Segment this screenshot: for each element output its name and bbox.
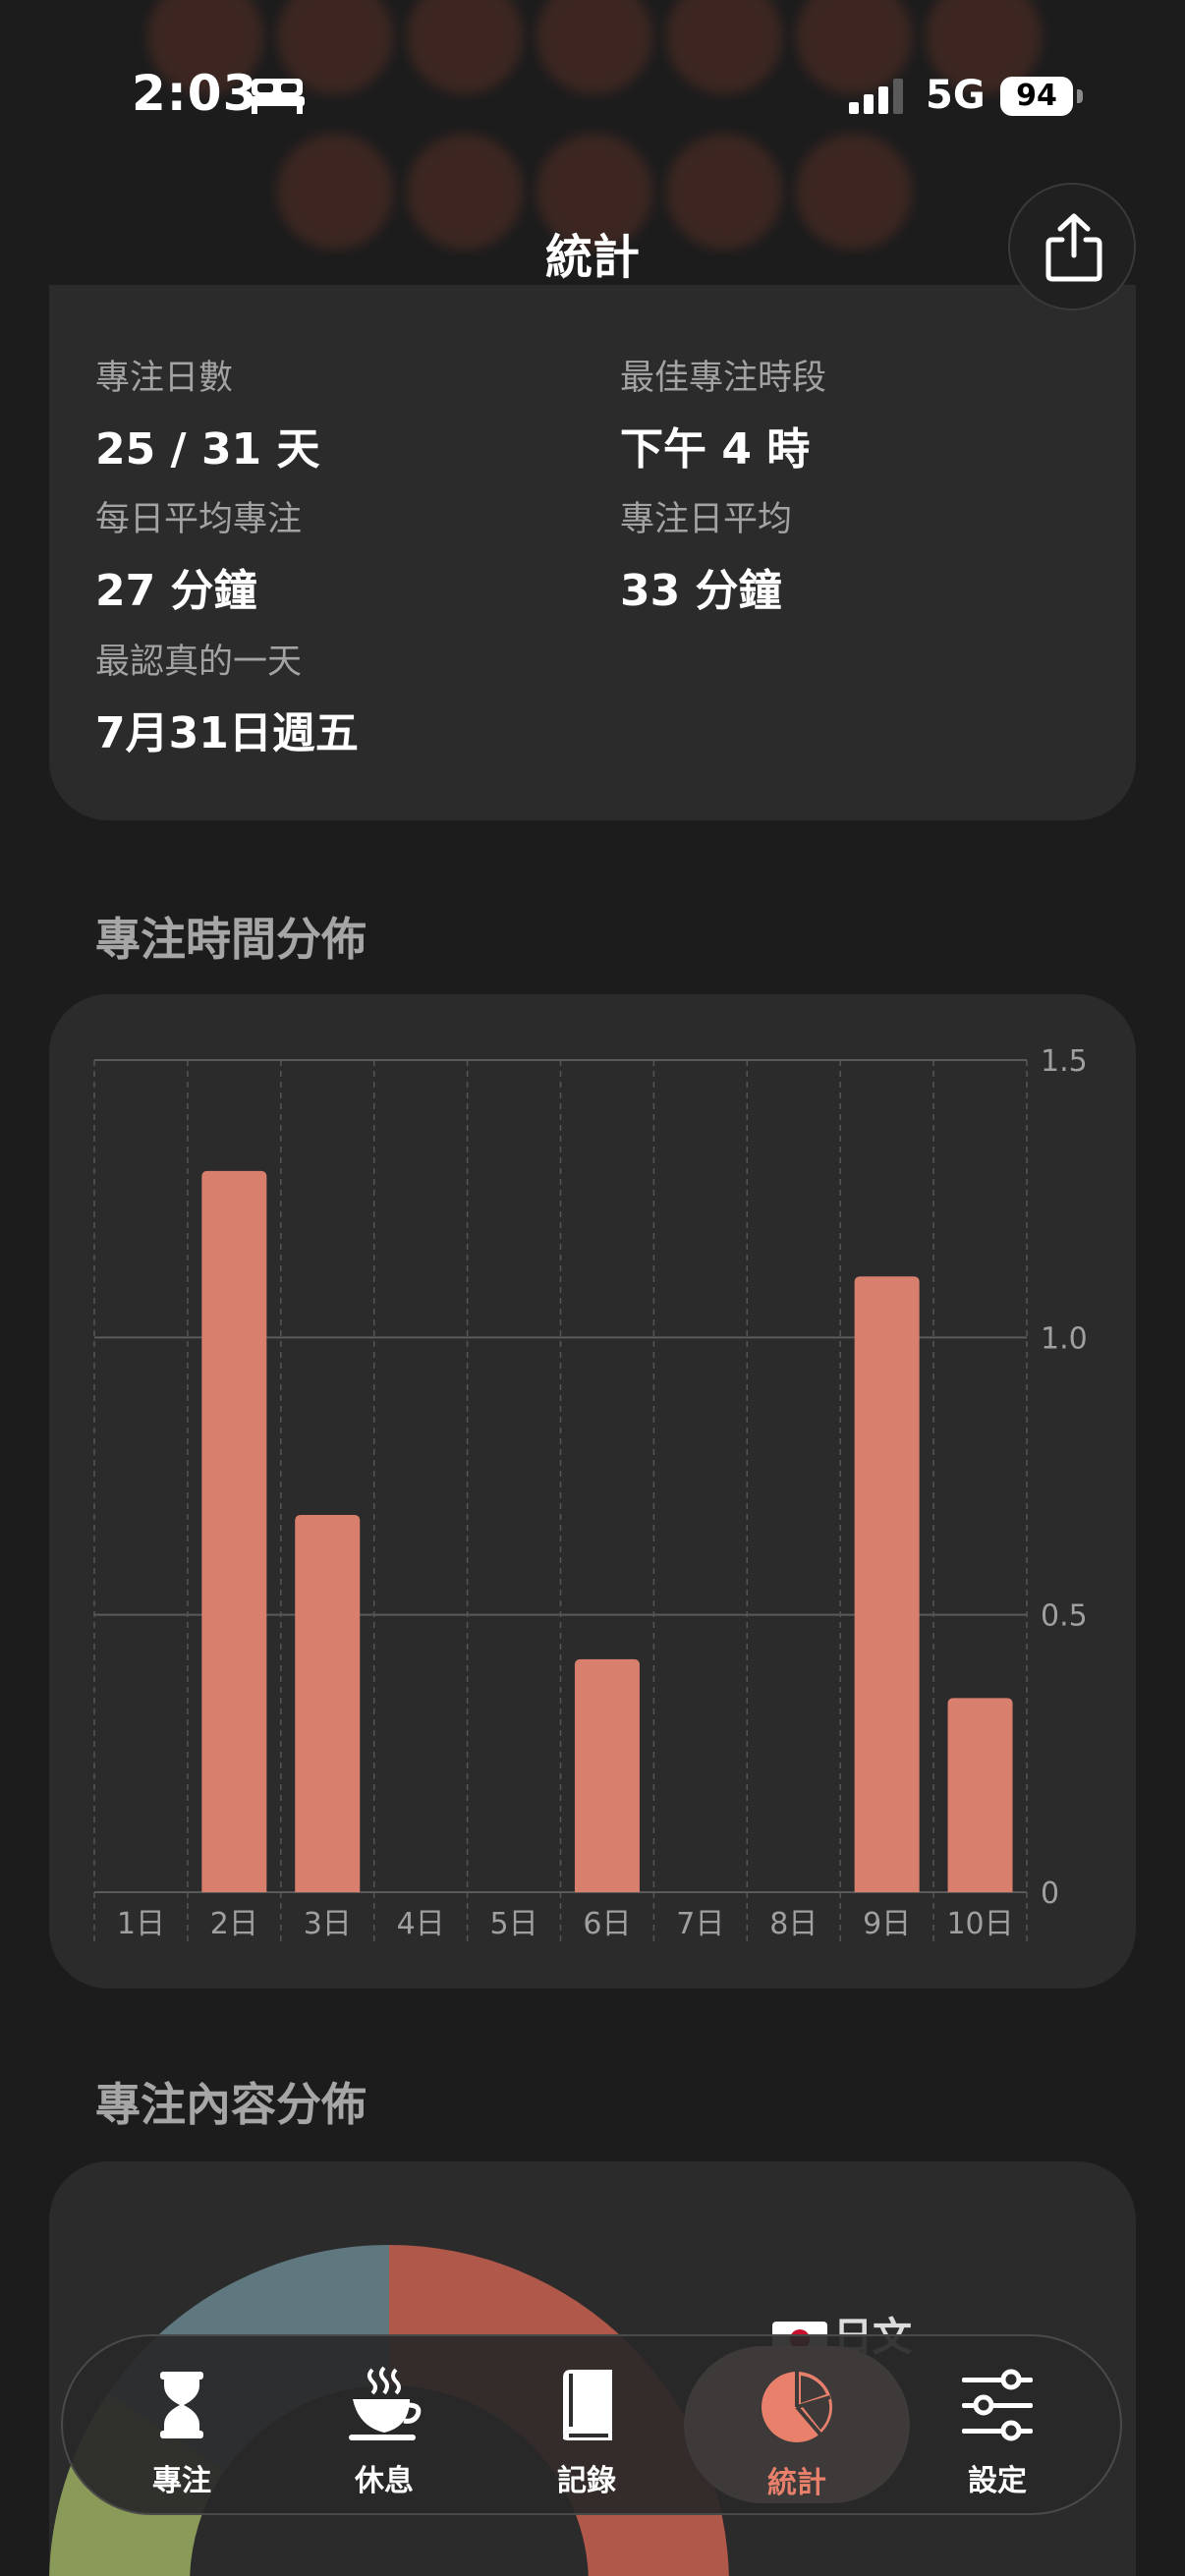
stat-best-period: 最佳專注時段 下午 4 時	[620, 350, 826, 476]
stat-label: 最佳專注時段	[620, 359, 827, 398]
tab-label: 休息	[355, 2464, 414, 2498]
y-tick-label: 0.5	[1041, 1599, 1088, 1634]
y-tick-label: 0	[1041, 1876, 1059, 1911]
x-tick-label: 9日	[863, 1907, 911, 1941]
stat-best-day: 最認真的一天 7月31日週五	[95, 634, 359, 760]
stat-value: 33 分鐘	[620, 566, 782, 616]
share-button[interactable]	[1008, 183, 1136, 310]
stat-label: 最認真的一天	[95, 643, 303, 682]
tab-stats[interactable]: 統計	[684, 2346, 910, 2503]
bar-chart-card: 0 0.5 1.0 1.5 1日 2日 3日 4日 5日 6日 7日 8日 9日 10日	[49, 994, 1136, 1988]
bar	[201, 1170, 267, 1892]
cellular-signal-icon	[849, 79, 903, 114]
stat-focus-days: 專注日數 25 / 31 天	[95, 350, 320, 476]
x-tick-label: 2日	[210, 1907, 258, 1941]
stat-value: 下午 4 時	[620, 424, 811, 475]
tab-label: 專注	[152, 2464, 211, 2498]
battery-tip	[1077, 89, 1083, 103]
stat-value: 27 分鐘	[95, 566, 257, 616]
tab-label: 統計	[767, 2466, 826, 2500]
x-tick-label: 1日	[117, 1907, 165, 1941]
x-tick-label: 5日	[490, 1907, 538, 1941]
stat-label: 專注日平均	[620, 500, 793, 539]
x-tick-label: 6日	[583, 1907, 631, 1941]
stat-label: 專注日數	[95, 359, 234, 398]
tab-focus[interactable]: 專注	[81, 2336, 283, 2513]
bar	[295, 1515, 361, 1892]
tab-label: 設定	[968, 2464, 1027, 2498]
tab-break[interactable]: 休息	[283, 2336, 485, 2513]
tab-records[interactable]: 記錄	[485, 2336, 688, 2513]
stat-focus-day-average: 專注日平均 33 分鐘	[620, 491, 792, 618]
y-tick-label: 1.0	[1041, 1321, 1088, 1356]
x-tick-label: 4日	[397, 1907, 445, 1941]
stat-daily-average: 每日平均專注 27 分鐘	[95, 491, 302, 618]
hourglass-icon	[160, 2372, 203, 2438]
book-icon	[563, 2370, 612, 2440]
battery-level: 94	[1000, 77, 1073, 116]
bed-icon	[250, 79, 305, 114]
tab-settings[interactable]: 設定	[896, 2336, 1099, 2513]
x-tick-label: 7日	[676, 1907, 724, 1941]
x-tick-label: 10日	[946, 1907, 1013, 1941]
bar-chart: 0 0.5 1.0 1.5 1日 2日 3日 4日 5日 6日 7日 8日 9日 10日	[93, 1044, 1088, 1941]
bar	[574, 1658, 640, 1892]
y-tick-label: 1.5	[1041, 1044, 1088, 1079]
stat-value: 25 / 31 天	[95, 424, 320, 475]
battery-icon: 94	[1000, 77, 1083, 116]
coffee-cup-icon	[349, 2366, 422, 2440]
tab-label: 記錄	[557, 2464, 616, 2498]
section-title-content-distribution: 專注內容分佈	[95, 2078, 367, 2131]
section-title-time-distribution: 專注時間分佈	[95, 913, 367, 966]
x-tick-label: 3日	[304, 1907, 352, 1941]
stat-label: 每日平均專注	[95, 500, 303, 539]
status-bar: 2:03 5G 94	[0, 0, 1185, 196]
pie-chart-icon	[762, 2372, 832, 2442]
sliders-icon	[962, 2369, 1033, 2441]
bar	[947, 1698, 1013, 1892]
status-time: 2:03	[132, 65, 258, 122]
share-icon	[1045, 213, 1102, 282]
network-type: 5G	[926, 73, 986, 118]
tab-bar: 專注 休息 記錄 統計 設定	[61, 2334, 1122, 2515]
page-title: 統計	[544, 230, 640, 285]
summary-card: 專注日數 25 / 31 天 最佳專注時段 下午 4 時 每日平均專注 27 分…	[49, 285, 1136, 820]
x-tick-label: 8日	[769, 1907, 818, 1941]
stat-value: 7月31日週五	[95, 708, 359, 758]
bar	[854, 1276, 920, 1892]
